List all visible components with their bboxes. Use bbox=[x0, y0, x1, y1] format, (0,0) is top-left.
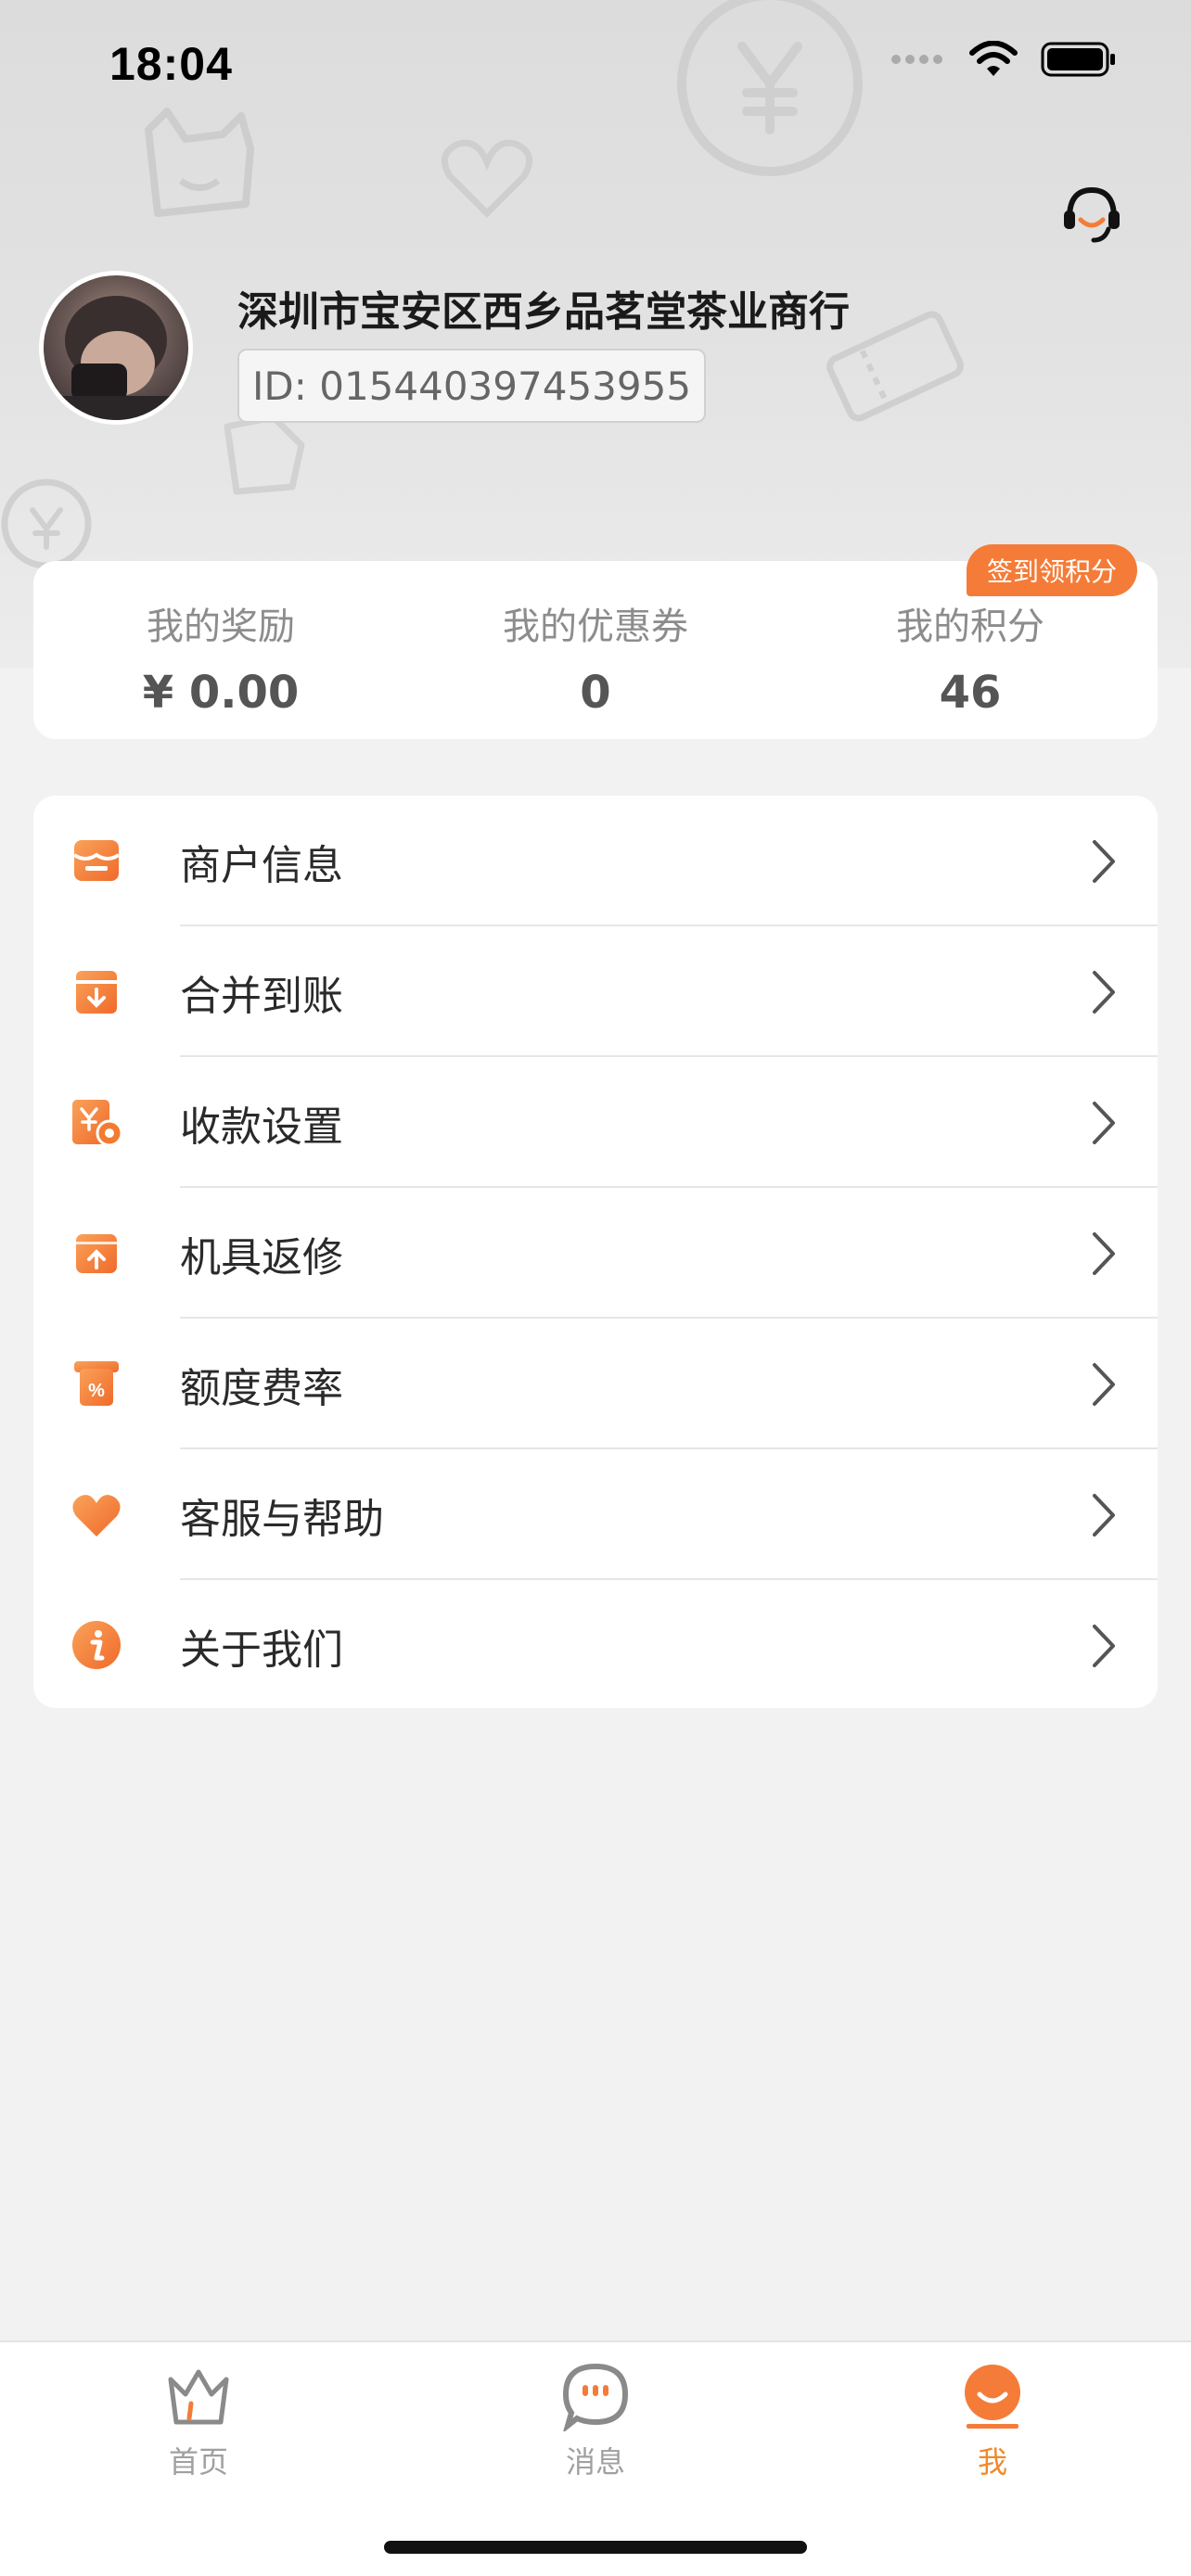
menu-item-quota-rate[interactable]: % 额度费率 bbox=[33, 1319, 1158, 1449]
svg-text:%: % bbox=[88, 1381, 105, 1401]
menu-label: 额度费率 bbox=[180, 1364, 343, 1412]
menu-label: 收款设置 bbox=[180, 1103, 343, 1151]
stat-rewards[interactable]: 我的奖励 ¥ 0.00 bbox=[33, 561, 408, 739]
store-icon bbox=[72, 840, 121, 881]
merchant-id-badge: ID: 015440397453955 bbox=[237, 349, 707, 423]
tab-label: 首页 bbox=[168, 2444, 228, 2480]
chevron-right-icon bbox=[1093, 1363, 1115, 1406]
device-repair-icon bbox=[76, 1234, 117, 1273]
rate-percent-icon: % bbox=[74, 1361, 119, 1406]
home-crown-icon bbox=[168, 2369, 229, 2425]
tab-me[interactable]: 我 bbox=[900, 2361, 1085, 2481]
info-icon bbox=[72, 1621, 121, 1669]
customer-service-headset-icon[interactable] bbox=[1060, 183, 1123, 246]
tab-label: 我 bbox=[977, 2444, 1007, 2480]
menu-label: 关于我们 bbox=[180, 1626, 343, 1674]
profile-smile-icon bbox=[965, 2365, 1020, 2429]
stat-coupons[interactable]: 我的优惠券 0 bbox=[408, 561, 783, 739]
chevron-right-icon bbox=[1093, 840, 1115, 883]
home-indicator[interactable] bbox=[384, 2541, 807, 2554]
chevron-right-icon bbox=[1093, 1102, 1115, 1144]
battery-icon bbox=[1041, 42, 1115, 77]
menu-card: 商户信息 合并到账 收款设置 机具返修 % 额度费率 客服与帮助 关于我们 bbox=[33, 796, 1158, 1708]
tab-label: 消息 bbox=[565, 2444, 625, 2480]
decor-cat-icon bbox=[145, 108, 254, 217]
avatar[interactable] bbox=[39, 271, 193, 425]
chevron-right-icon bbox=[1093, 1232, 1115, 1275]
stat-label: 我的优惠券 bbox=[503, 606, 688, 648]
menu-item-merchant-info[interactable]: 商户信息 bbox=[33, 796, 1158, 926]
menu-item-device-repair[interactable]: 机具返修 bbox=[33, 1188, 1158, 1319]
stat-label: 我的积分 bbox=[896, 606, 1044, 648]
merge-download-icon bbox=[76, 971, 117, 1014]
stat-label: 我的奖励 bbox=[147, 606, 295, 648]
stat-value: 46 bbox=[939, 667, 1002, 719]
menu-label: 商户信息 bbox=[180, 841, 343, 889]
menu-label: 机具返修 bbox=[180, 1233, 343, 1282]
wifi-icon bbox=[969, 41, 1018, 76]
chevron-right-icon bbox=[1093, 1625, 1115, 1667]
decor-yen-small-icon bbox=[1, 478, 92, 569]
tab-home[interactable]: 首页 bbox=[106, 2361, 291, 2481]
chevron-right-icon bbox=[1093, 1494, 1115, 1537]
menu-item-service-help[interactable]: 客服与帮助 bbox=[33, 1449, 1158, 1580]
status-indicators bbox=[890, 41, 1117, 78]
tab-messages[interactable]: 消息 bbox=[503, 2361, 688, 2481]
stats-card: 我的奖励 ¥ 0.00 我的优惠券 0 我的积分 46 签到领积分 bbox=[33, 544, 1158, 739]
avatar-photo bbox=[44, 296, 188, 420]
payment-settings-icon bbox=[72, 1100, 123, 1147]
menu-item-payment-settings[interactable]: 收款设置 bbox=[33, 1057, 1158, 1188]
stat-value: 0 bbox=[580, 667, 611, 719]
chevron-right-icon bbox=[1093, 971, 1115, 1014]
heart-icon bbox=[72, 1495, 121, 1537]
decor-yen-coin-icon bbox=[677, 0, 863, 176]
signin-points-badge[interactable]: 签到领积分 bbox=[966, 544, 1137, 596]
menu-label: 客服与帮助 bbox=[180, 1495, 384, 1543]
menu-item-merge-settlement[interactable]: 合并到账 bbox=[33, 926, 1158, 1057]
stat-value: ¥ 0.00 bbox=[142, 667, 300, 719]
profile-screen: 18:04 深圳市宝安区西乡品茗堂茶业商行 ID: 01544039745395… bbox=[0, 0, 1191, 2576]
status-time: 18:04 bbox=[109, 38, 233, 90]
message-icon bbox=[562, 2363, 629, 2431]
merchant-name: 深圳市宝安区西乡品茗堂茶业商行 bbox=[237, 288, 850, 336]
cellular-signal-icon bbox=[891, 55, 942, 64]
menu-label: 合并到账 bbox=[180, 972, 343, 1020]
menu-item-about-us[interactable]: 关于我们 bbox=[33, 1580, 1158, 1708]
decor-heart-icon bbox=[441, 139, 533, 218]
